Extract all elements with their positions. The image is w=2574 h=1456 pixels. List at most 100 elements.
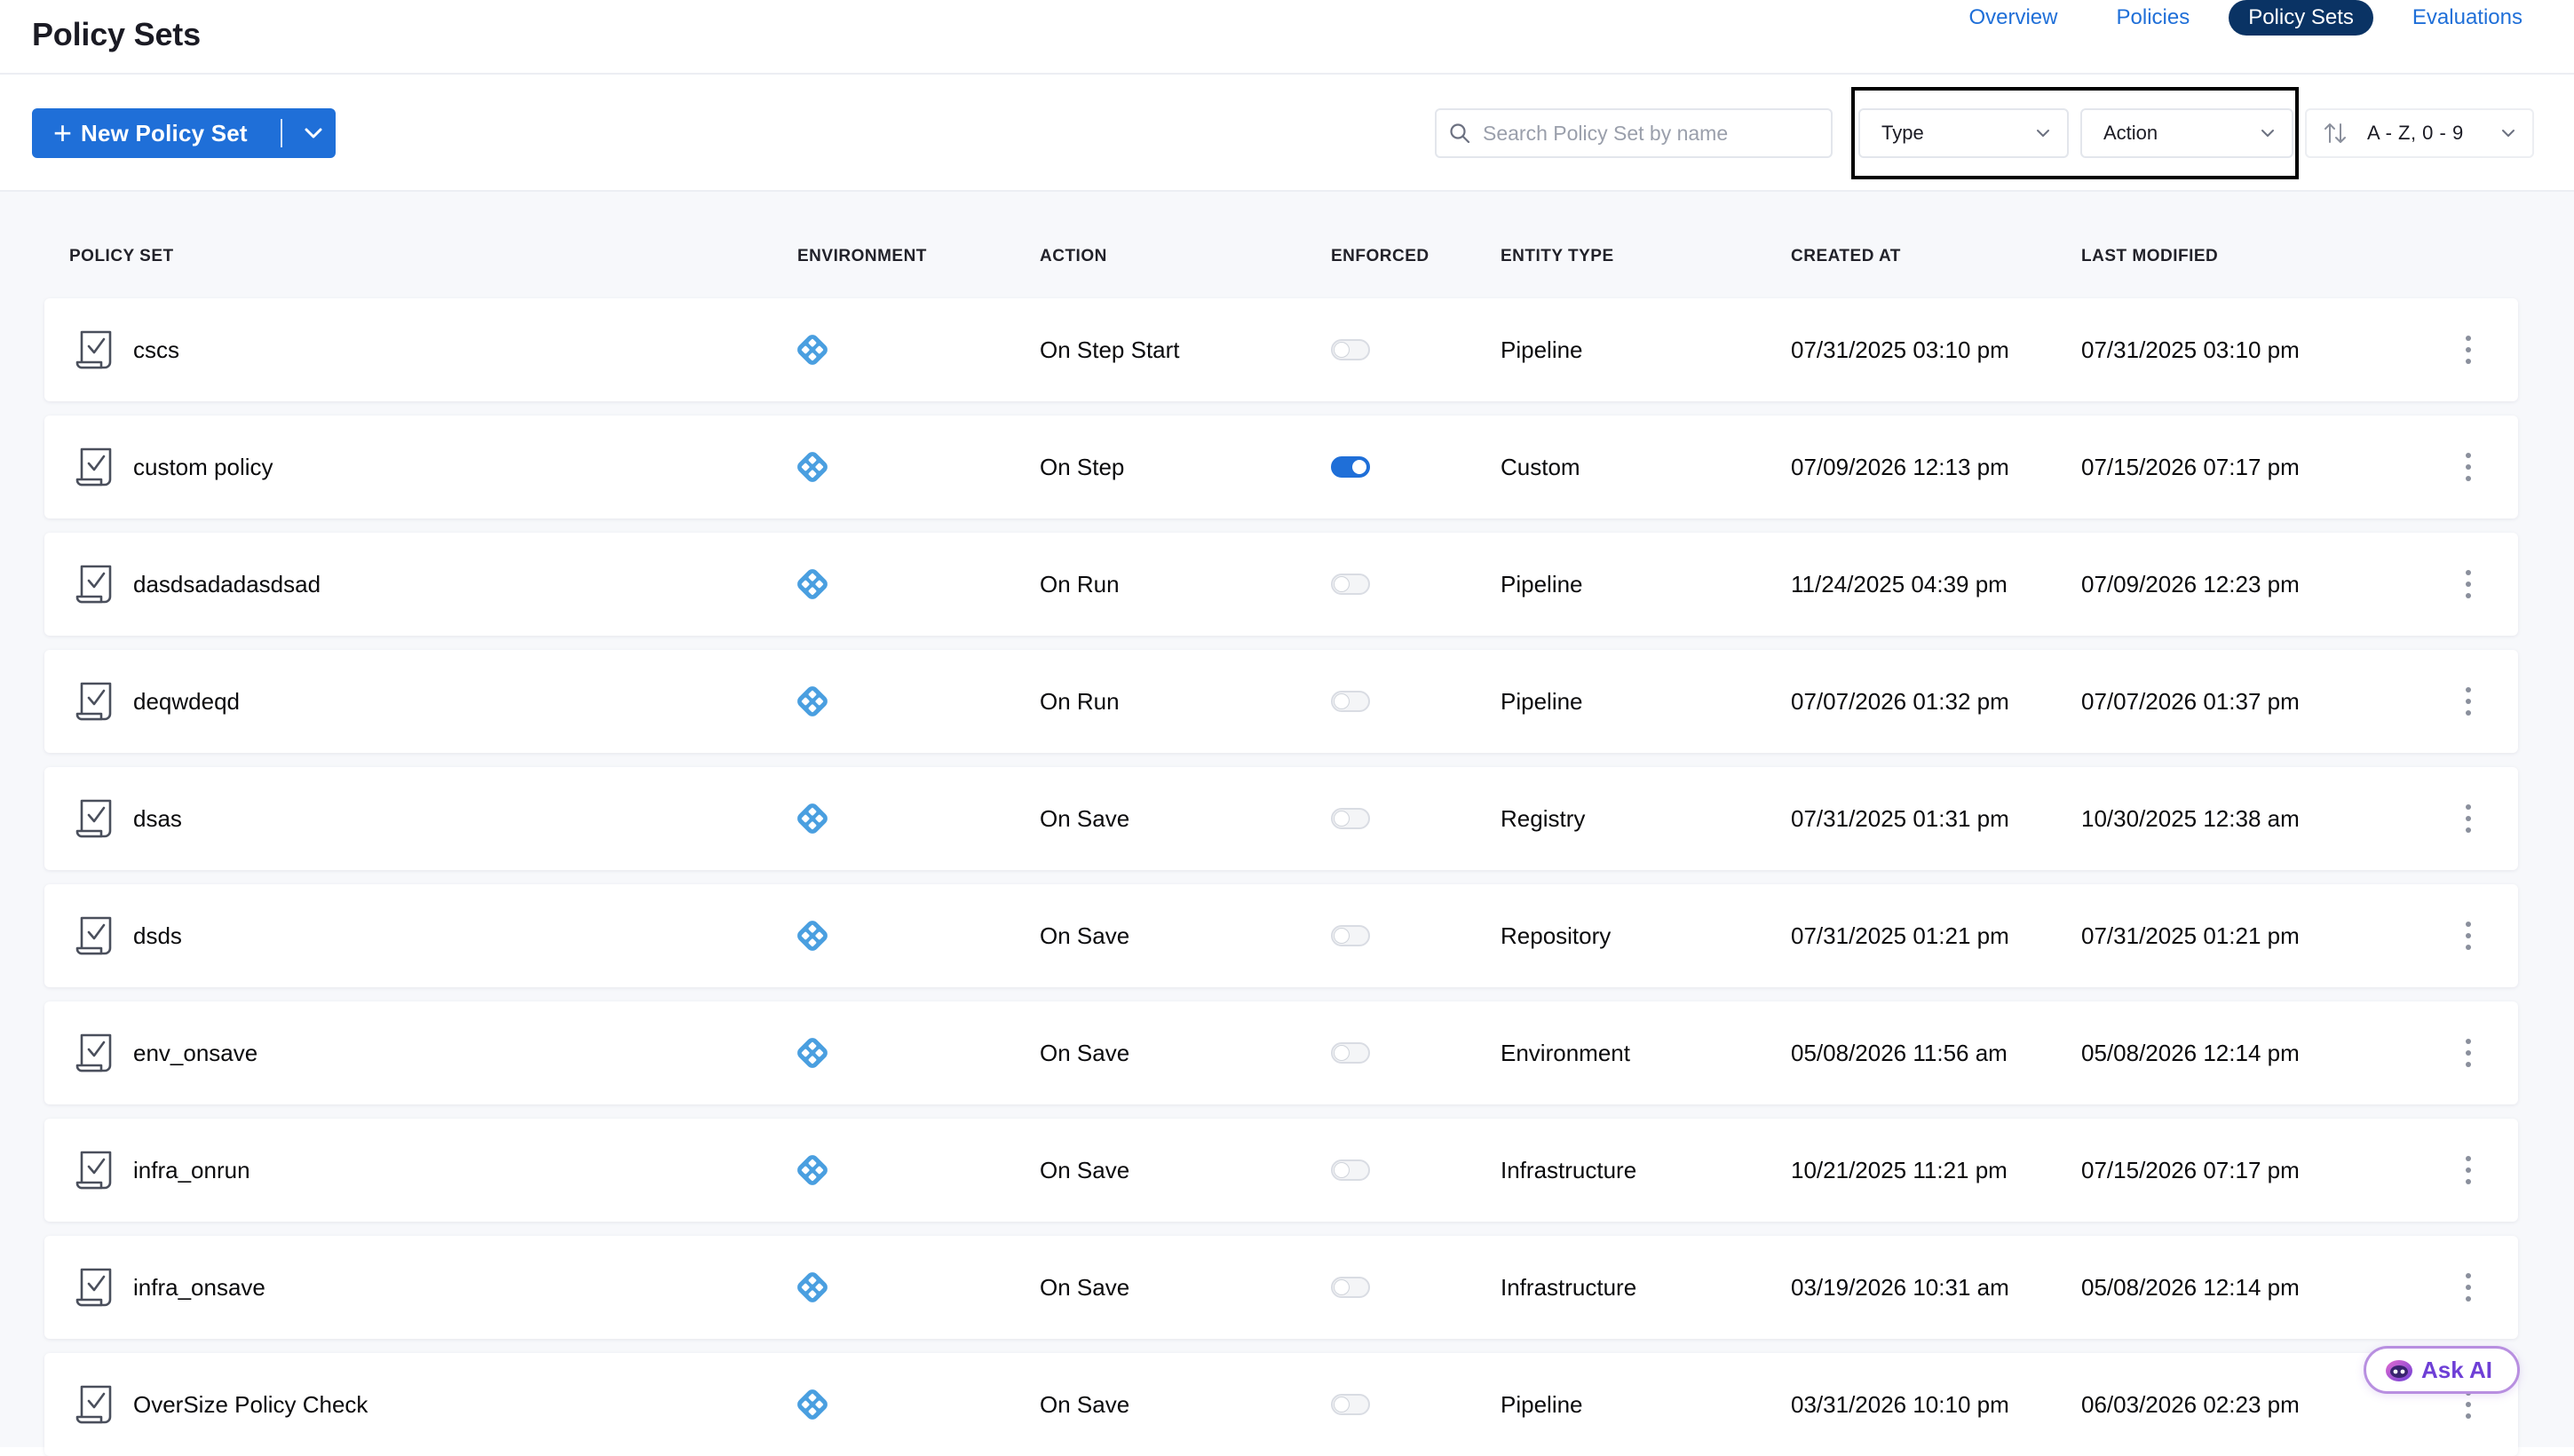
- policy-set-action: On Run: [1040, 687, 1120, 715]
- project-scope-icon: [796, 1037, 828, 1073]
- action-filter-dropdown[interactable]: Action: [2080, 108, 2293, 158]
- policy-set-created-at: 07/31/2025 01:21 pm: [1791, 922, 2009, 949]
- table-row[interactable]: dsas On Save Registry 07/31/2025 01:31 p…: [44, 767, 2518, 870]
- column-header-environment: ENVIRONMENT: [797, 247, 927, 265]
- tab-evaluations[interactable]: Evaluations: [2393, 0, 2542, 36]
- policy-set-last-modified: 05/08/2026 12:14 pm: [2081, 1273, 2300, 1301]
- enforced-toggle[interactable]: [1331, 925, 1370, 946]
- policy-set-name[interactable]: env_onsave: [133, 1001, 257, 1104]
- button-divider: [281, 119, 282, 147]
- project-scope-icon: [796, 803, 828, 839]
- policy-set-name[interactable]: infra_onrun: [133, 1119, 250, 1222]
- sort-dropdown[interactable]: A - Z, 0 - 9: [2305, 108, 2534, 158]
- policy-set-last-modified: 07/07/2026 01:37 pm: [2081, 687, 2300, 715]
- policy-document-check-icon: [75, 1149, 115, 1196]
- search-icon: [1449, 123, 1470, 144]
- policy-set-entity-type: Repository: [1501, 922, 1612, 949]
- policy-set-name[interactable]: OverSize Policy Check: [133, 1353, 368, 1456]
- policy-set-name[interactable]: custom policy: [133, 415, 273, 518]
- policy-document-check-icon: [75, 563, 115, 610]
- enforced-toggle[interactable]: [1331, 339, 1370, 360]
- policy-set-created-at: 03/31/2026 10:10 pm: [1791, 1390, 2009, 1418]
- new-policy-set-button[interactable]: + New Policy Set: [32, 108, 336, 158]
- project-scope-icon: [796, 1271, 828, 1308]
- policy-set-action: On Run: [1040, 570, 1120, 597]
- more-vertical-icon[interactable]: [2459, 918, 2477, 954]
- policy-set-entity-type: Custom: [1501, 453, 1580, 480]
- policy-document-check-icon: [75, 1383, 115, 1430]
- table-row[interactable]: infra_onsave On Save Infrastructure 03/1…: [44, 1236, 2518, 1339]
- enforced-toggle[interactable]: [1331, 574, 1370, 595]
- ai-bot-icon: [2384, 1357, 2414, 1383]
- enforced-toggle[interactable]: [1331, 1277, 1370, 1298]
- policy-set-action: On Save: [1040, 1156, 1130, 1183]
- column-header-last-modified[interactable]: LAST MODIFIED: [2081, 247, 2218, 266]
- tab-overview[interactable]: Overview: [1949, 0, 2077, 36]
- policy-set-created-at: 07/09/2026 12:13 pm: [1791, 453, 2009, 480]
- more-vertical-icon[interactable]: [2459, 684, 2477, 719]
- tab-policies[interactable]: Policies: [2097, 0, 2210, 36]
- search-input[interactable]: [1481, 120, 1822, 146]
- policy-set-entity-type: Infrastructure: [1501, 1156, 1637, 1183]
- policy-set-name[interactable]: deqwdeqd: [133, 650, 240, 753]
- policy-set-name[interactable]: infra_onsave: [133, 1236, 265, 1339]
- action-filter-label: Action: [2103, 122, 2158, 144]
- policy-set-name[interactable]: dasdsadadasdsad: [133, 533, 321, 636]
- policy-set-entity-type: Infrastructure: [1501, 1273, 1637, 1301]
- policy-set-name[interactable]: dsas: [133, 767, 182, 870]
- project-scope-icon: [796, 451, 828, 487]
- policy-set-created-at: 07/07/2026 01:32 pm: [1791, 687, 2009, 715]
- type-filter-label: Type: [1881, 122, 1924, 144]
- ask-ai-button[interactable]: Ask AI: [2364, 1346, 2520, 1394]
- enforced-toggle[interactable]: [1331, 1394, 1370, 1415]
- policy-document-check-icon: [75, 797, 115, 844]
- more-vertical-icon[interactable]: [2459, 801, 2477, 836]
- policy-set-action: On Save: [1040, 1039, 1130, 1066]
- policy-set-entity-type: Pipeline: [1501, 570, 1583, 597]
- policy-document-check-icon: [75, 914, 115, 961]
- enforced-toggle[interactable]: [1331, 691, 1370, 712]
- policy-set-name[interactable]: cscs: [133, 298, 179, 401]
- table-row[interactable]: dasdsadadasdsad On Run Pipeline 11/24/20…: [44, 533, 2518, 636]
- more-vertical-icon[interactable]: [2459, 1152, 2477, 1188]
- table-row[interactable]: cscs On Step Start Pipeline 07/31/2025 0…: [44, 298, 2518, 401]
- table-row[interactable]: deqwdeqd On Run Pipeline 07/07/2026 01:3…: [44, 650, 2518, 753]
- more-vertical-icon[interactable]: [2459, 332, 2477, 368]
- enforced-toggle[interactable]: [1331, 808, 1370, 829]
- policy-set-action: On Save: [1040, 1390, 1130, 1418]
- more-vertical-icon[interactable]: [2459, 1270, 2477, 1305]
- table-row[interactable]: OverSize Policy Check On Save Pipeline 0…: [44, 1353, 2518, 1456]
- policy-set-action: On Save: [1040, 804, 1130, 832]
- more-vertical-icon[interactable]: [2459, 1035, 2477, 1071]
- sort-arrows-icon: [2323, 122, 2348, 145]
- chevron-down-icon[interactable]: [291, 108, 336, 158]
- more-vertical-icon[interactable]: [2459, 566, 2477, 602]
- table-row[interactable]: dsds On Save Repository 07/31/2025 01:21…: [44, 884, 2518, 987]
- search-box[interactable]: [1435, 108, 1833, 158]
- policy-set-created-at: 10/21/2025 11:21 pm: [1791, 1156, 2008, 1183]
- tab-policy-sets[interactable]: Policy Sets: [2229, 0, 2373, 36]
- project-scope-icon: [796, 920, 828, 956]
- policy-document-check-icon: [75, 446, 115, 493]
- new-policy-set-label: New Policy Set: [81, 119, 248, 146]
- type-filter-dropdown[interactable]: Type: [1858, 108, 2069, 158]
- column-header-created-at[interactable]: CREATED AT: [1791, 247, 1901, 266]
- sort-label: A - Z, 0 - 9: [2367, 122, 2464, 144]
- more-vertical-icon[interactable]: [2459, 449, 2477, 485]
- enforced-toggle[interactable]: [1331, 1042, 1370, 1064]
- table-row[interactable]: custom policy On Step Custom 07/09/2026 …: [44, 415, 2518, 518]
- table-row[interactable]: infra_onrun On Save Infrastructure 10/21…: [44, 1119, 2518, 1222]
- page-header: Policy Sets Overview Policies Policy Set…: [0, 0, 2574, 75]
- policy-set-entity-type: Registry: [1501, 804, 1586, 832]
- policy-set-last-modified: 07/15/2026 07:17 pm: [2081, 453, 2300, 480]
- policy-document-check-icon: [75, 1266, 115, 1313]
- enforced-toggle[interactable]: [1331, 1159, 1370, 1181]
- policy-set-entity-type: Pipeline: [1501, 336, 1583, 363]
- column-header-policy-set[interactable]: POLICY SET: [69, 247, 174, 266]
- policy-document-check-icon: [75, 328, 115, 376]
- table-row[interactable]: env_onsave On Save Environment 05/08/202…: [44, 1001, 2518, 1104]
- policy-set-name[interactable]: dsds: [133, 884, 182, 987]
- enforced-toggle[interactable]: [1331, 456, 1370, 478]
- policy-set-entity-type: Environment: [1501, 1039, 1630, 1066]
- plus-icon: +: [53, 115, 73, 151]
